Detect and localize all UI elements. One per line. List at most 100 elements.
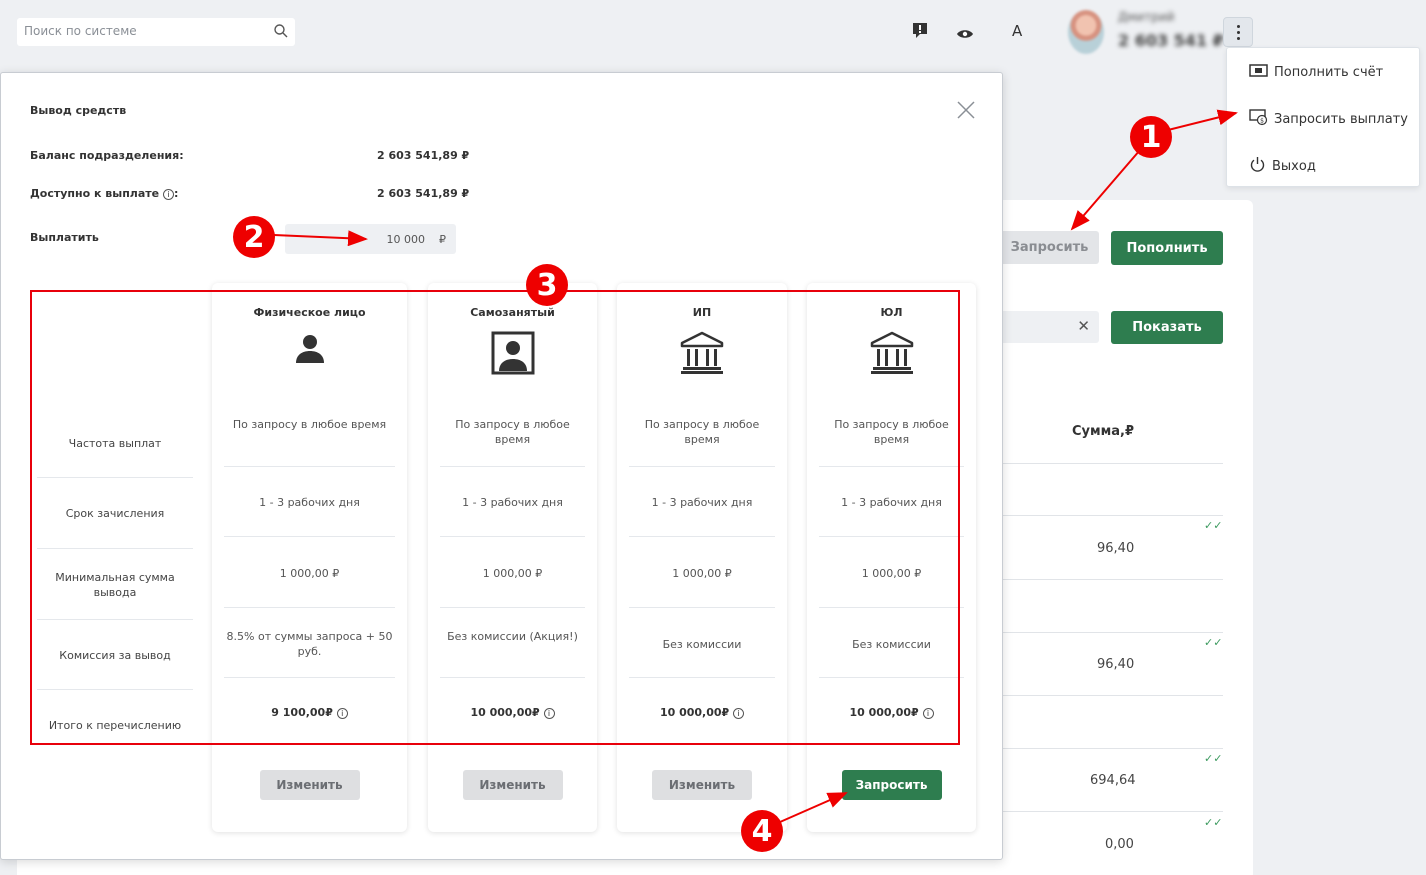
person-icon [293, 331, 327, 369]
divider [224, 466, 395, 467]
plan-title: ИП [692, 306, 712, 319]
amount-value: 0,00 [1105, 837, 1134, 852]
sum-column-header: Сумма,₽ [1072, 424, 1135, 439]
divider [440, 677, 585, 678]
divider [1000, 632, 1223, 633]
pay-amount-input[interactable]: 10 000 ₽ [285, 224, 456, 254]
plan-term: 1 - 3 рабочих дня [259, 496, 360, 509]
menu-item-label: Пополнить счёт [1274, 64, 1384, 80]
info-icon[interactable]: i [733, 707, 745, 719]
close-icon[interactable] [957, 101, 975, 119]
menu-item-request-payout[interactable]: $ Запросить выплату [1249, 108, 1408, 130]
available-value: 2 603 541,89 ₽ [377, 187, 470, 200]
topup-button[interactable]: Пополнить [1111, 231, 1223, 265]
divider [819, 677, 964, 678]
divider [629, 536, 775, 537]
row-label-fee: Комиссия за вывод [59, 649, 171, 662]
divider [629, 607, 775, 608]
plan-total: 10 000,00₽ i [428, 706, 597, 719]
plan-frequency: По запросу в любое время [232, 418, 387, 431]
menu-item-topup[interactable]: Пополнить счёт [1249, 62, 1383, 82]
info-icon[interactable]: i [336, 707, 348, 719]
change-button[interactable]: Изменить [259, 770, 360, 800]
plan-card-ip: ИП По запросу в любое время 1 - 3 рабочи… [617, 283, 787, 832]
modal-title: Вывод средств [30, 104, 127, 117]
bank-icon [680, 331, 724, 379]
plan-total-value: 10 000,00₽ [470, 706, 540, 719]
search-icon[interactable] [273, 23, 289, 43]
plan-term: 1 - 3 рабочих дня [841, 496, 942, 509]
menu-item-logout[interactable]: Выход [1249, 156, 1316, 176]
info-icon[interactable]: i [162, 188, 174, 200]
plan-total-value: 10 000,00₽ [849, 706, 919, 719]
divider [37, 689, 193, 690]
search-placeholder: Поиск по системе [24, 24, 137, 38]
divider [224, 536, 395, 537]
check-icon: ✓✓ [1204, 752, 1223, 765]
change-button[interactable]: Изменить [652, 770, 752, 800]
plan-frequency: По запросу в любое время [834, 418, 949, 446]
withdrawal-modal: Вывод средств Баланс подразделения: 2 60… [0, 72, 1003, 860]
request-button-background[interactable]: Запросить [1000, 231, 1099, 264]
power-icon [1249, 156, 1266, 177]
menu-item-label: Выход [1272, 158, 1316, 174]
font-size-icon[interactable]: A [1012, 22, 1022, 40]
divider [629, 677, 775, 678]
plan-fee: 8.5% от суммы запроса + 50 руб. [226, 630, 393, 658]
plan-total-value: 10 000,00₽ [659, 706, 730, 719]
more-menu-button[interactable] [1223, 17, 1253, 47]
info-icon[interactable]: i [543, 707, 555, 719]
filter-input[interactable]: ✕ [1000, 311, 1099, 343]
row-label-min: Минимальная сумма вывода [55, 571, 175, 599]
clear-icon[interactable]: ✕ [1077, 317, 1090, 335]
check-icon: ✓✓ [1204, 519, 1223, 532]
info-icon[interactable]: i [922, 707, 934, 719]
cash-icon [1249, 63, 1268, 81]
divider [37, 477, 193, 478]
divider [1000, 748, 1223, 749]
plan-fee: Без комиссии (Акция!) [447, 630, 578, 643]
divider [37, 548, 193, 549]
plan-min: 1 000,00 ₽ [861, 567, 922, 580]
amount-value: 96,40 [1097, 541, 1135, 556]
plan-card-individual: Физическое лицо По запросу в любое время… [212, 283, 407, 832]
payout-icon: $ [1249, 108, 1268, 130]
plan-frequency: По запросу в любое время [455, 418, 570, 446]
divider [1000, 515, 1223, 516]
id-card-icon [491, 331, 535, 379]
divider [1000, 811, 1223, 812]
divider [224, 677, 395, 678]
eye-icon[interactable] [956, 25, 974, 44]
show-button[interactable]: Показать [1111, 311, 1223, 344]
avatar[interactable] [1068, 10, 1104, 54]
divider [440, 466, 585, 467]
divider [440, 607, 585, 608]
notification-icon[interactable] [912, 22, 928, 44]
plan-min: 1 000,00 ₽ [482, 567, 543, 580]
bank-icon [870, 331, 914, 379]
divider [37, 619, 193, 620]
pay-amount-value: 10 000 [386, 233, 426, 246]
svg-text:$: $ [1260, 117, 1264, 124]
available-label: Доступно к выплате i: [30, 187, 179, 200]
plan-total: 10 000,00₽ i [617, 706, 787, 719]
divider [224, 607, 395, 608]
plan-term: 1 - 3 рабочих дня [462, 496, 563, 509]
plan-fee: Без комиссии [852, 638, 931, 651]
search-input[interactable]: Поиск по системе [17, 18, 295, 46]
available-label-text: Доступно к выплате [30, 187, 160, 200]
plan-min: 1 000,00 ₽ [672, 567, 732, 580]
plan-total-value: 9 100,00₽ [271, 706, 333, 719]
row-label-frequency: Частота выплат [68, 437, 162, 450]
divider [819, 607, 964, 608]
user-id: 2 603 541 ₽ [1118, 31, 1224, 50]
plan-total: 10 000,00₽ i [807, 706, 976, 719]
change-button[interactable]: Изменить [462, 770, 563, 800]
request-payout-button[interactable]: Запросить [841, 770, 942, 800]
check-icon: ✓✓ [1204, 816, 1223, 829]
annotation-badge-1: 1 [1130, 116, 1172, 158]
plan-card-legal-entity: ЮЛ По запросу в любое время 1 - 3 рабочи… [807, 283, 976, 832]
user-name: Дмитрий [1118, 10, 1175, 24]
plan-title: Самозанятый [470, 306, 555, 319]
user-dropdown-menu: Пополнить счёт $ Запросить выплату Выход [1226, 47, 1420, 187]
